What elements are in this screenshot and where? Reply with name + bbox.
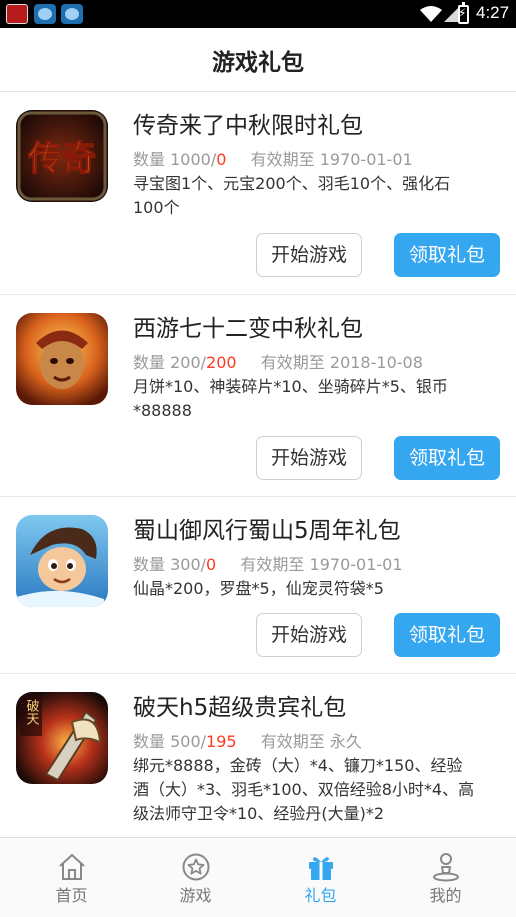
game-icon-shushan[interactable] — [16, 515, 108, 607]
app-header: 游戏礼包 — [0, 28, 516, 92]
quantity-total: 300 — [170, 555, 201, 574]
claim-gift-button[interactable]: 领取礼包 — [394, 233, 500, 277]
quantity-total: 500 — [170, 732, 201, 751]
tab-profile[interactable]: 我的 — [381, 838, 510, 917]
gift-meta: 数量 500/195 有效期至 永久 — [133, 732, 362, 751]
expiry-date: 1970-01-01 — [319, 150, 413, 169]
wifi-icon — [420, 6, 442, 22]
quantity-total: 200 — [170, 353, 201, 372]
status-time: 4:27 — [476, 3, 510, 22]
home-icon — [58, 854, 85, 880]
expiry-date: 2018-10-08 — [329, 353, 423, 372]
gift-meta: 数量 200/200 有效期至 2018-10-08 — [133, 353, 423, 372]
quantity-label: 数量 — [133, 353, 166, 372]
quantity-remaining: 200 — [206, 353, 237, 372]
gift-card[interactable]: 传奇 传奇来了中秋限时礼包 数量 1000/0 有效期至 1970-01-01 … — [0, 92, 516, 295]
gift-title: 西游七十二变中秋礼包 — [133, 316, 363, 342]
bottom-tab-bar: 首页 游戏 礼包 我的 — [0, 837, 516, 917]
expiry-date: 永久 — [329, 732, 362, 751]
gift-title: 蜀山御风行蜀山5周年礼包 — [133, 518, 401, 544]
expiry-label: 有效期至 — [260, 353, 325, 372]
quantity-label: 数量 — [133, 555, 166, 574]
gift-card[interactable]: 破天 破天h5超级贵宾礼包 数量 500/195 有效期至 永久 绑元*8888… — [0, 674, 516, 837]
battery-icon — [458, 2, 469, 24]
gift-description: 仙晶*200，罗盘*5，仙宠灵符袋*5 — [133, 579, 384, 598]
gift-icon — [308, 857, 333, 880]
tab-home[interactable]: 首页 — [7, 838, 136, 917]
start-game-button[interactable]: 开始游戏 — [256, 436, 362, 480]
quantity-remaining: 195 — [206, 732, 237, 751]
claim-gift-button[interactable]: 领取礼包 — [394, 436, 500, 480]
game-icon-text: 破天 — [24, 699, 40, 725]
tab-label: 游戏 — [179, 886, 212, 905]
expiry-label: 有效期至 — [240, 555, 305, 574]
expiry-label: 有效期至 — [260, 732, 325, 751]
gift-description: 绑元*8888，金砖（大）*4、镰刀*150、经验酒（大）*3、羽毛*100、双… — [133, 756, 475, 823]
claim-gift-button[interactable]: 领取礼包 — [394, 613, 500, 657]
expiry-label: 有效期至 — [250, 150, 315, 169]
gift-title: 传奇来了中秋限时礼包 — [133, 113, 363, 139]
gift-meta: 数量 1000/0 有效期至 1970-01-01 — [133, 150, 413, 169]
quantity-total: 1000 — [170, 150, 211, 169]
status-bar: 4:27 — [0, 0, 516, 28]
quantity-label: 数量 — [133, 732, 166, 751]
game-icon-text: 传奇 — [27, 139, 96, 179]
notification-app-icon — [6, 4, 28, 24]
start-game-button[interactable]: 开始游戏 — [256, 613, 362, 657]
gift-description: 月饼*10、神装碎片*10、坐骑碎片*5、银币*88888 — [133, 377, 448, 420]
gift-card[interactable]: 西游七十二变中秋礼包 数量 200/200 有效期至 2018-10-08 月饼… — [0, 295, 516, 497]
tab-gifts[interactable]: 礼包 — [256, 838, 385, 917]
game-icon-chuanqi[interactable]: 传奇 — [16, 110, 108, 202]
tab-games[interactable]: 游戏 — [131, 838, 260, 917]
page-title: 游戏礼包 — [212, 50, 304, 76]
expiry-date: 1970-01-01 — [309, 555, 403, 574]
gift-description: 寻宝图1个、元宝200个、羽毛10个、强化石100个 — [133, 174, 451, 217]
gift-title: 破天h5超级贵宾礼包 — [133, 695, 347, 721]
start-game-button[interactable]: 开始游戏 — [256, 233, 362, 277]
quantity-remaining: 0 — [206, 555, 217, 574]
notification-app-icon — [34, 4, 56, 24]
tab-label: 礼包 — [304, 886, 337, 905]
gift-card[interactable]: 蜀山御风行蜀山5周年礼包 数量 300/0 有效期至 1970-01-01 仙晶… — [0, 497, 516, 674]
star-icon — [182, 853, 209, 881]
quantity-label: 数量 — [133, 150, 166, 169]
gift-meta: 数量 300/0 有效期至 1970-01-01 — [133, 555, 403, 574]
notification-app-icon — [61, 4, 83, 24]
tab-label: 我的 — [429, 886, 462, 905]
gift-list[interactable]: 传奇 传奇来了中秋限时礼包 数量 1000/0 有效期至 1970-01-01 … — [0, 92, 516, 837]
game-icon-xiyou[interactable] — [16, 313, 108, 405]
quantity-remaining: 0 — [216, 150, 227, 169]
tab-label: 首页 — [55, 886, 88, 905]
game-icon-potian[interactable]: 破天 — [16, 692, 108, 784]
user-icon — [432, 853, 459, 882]
